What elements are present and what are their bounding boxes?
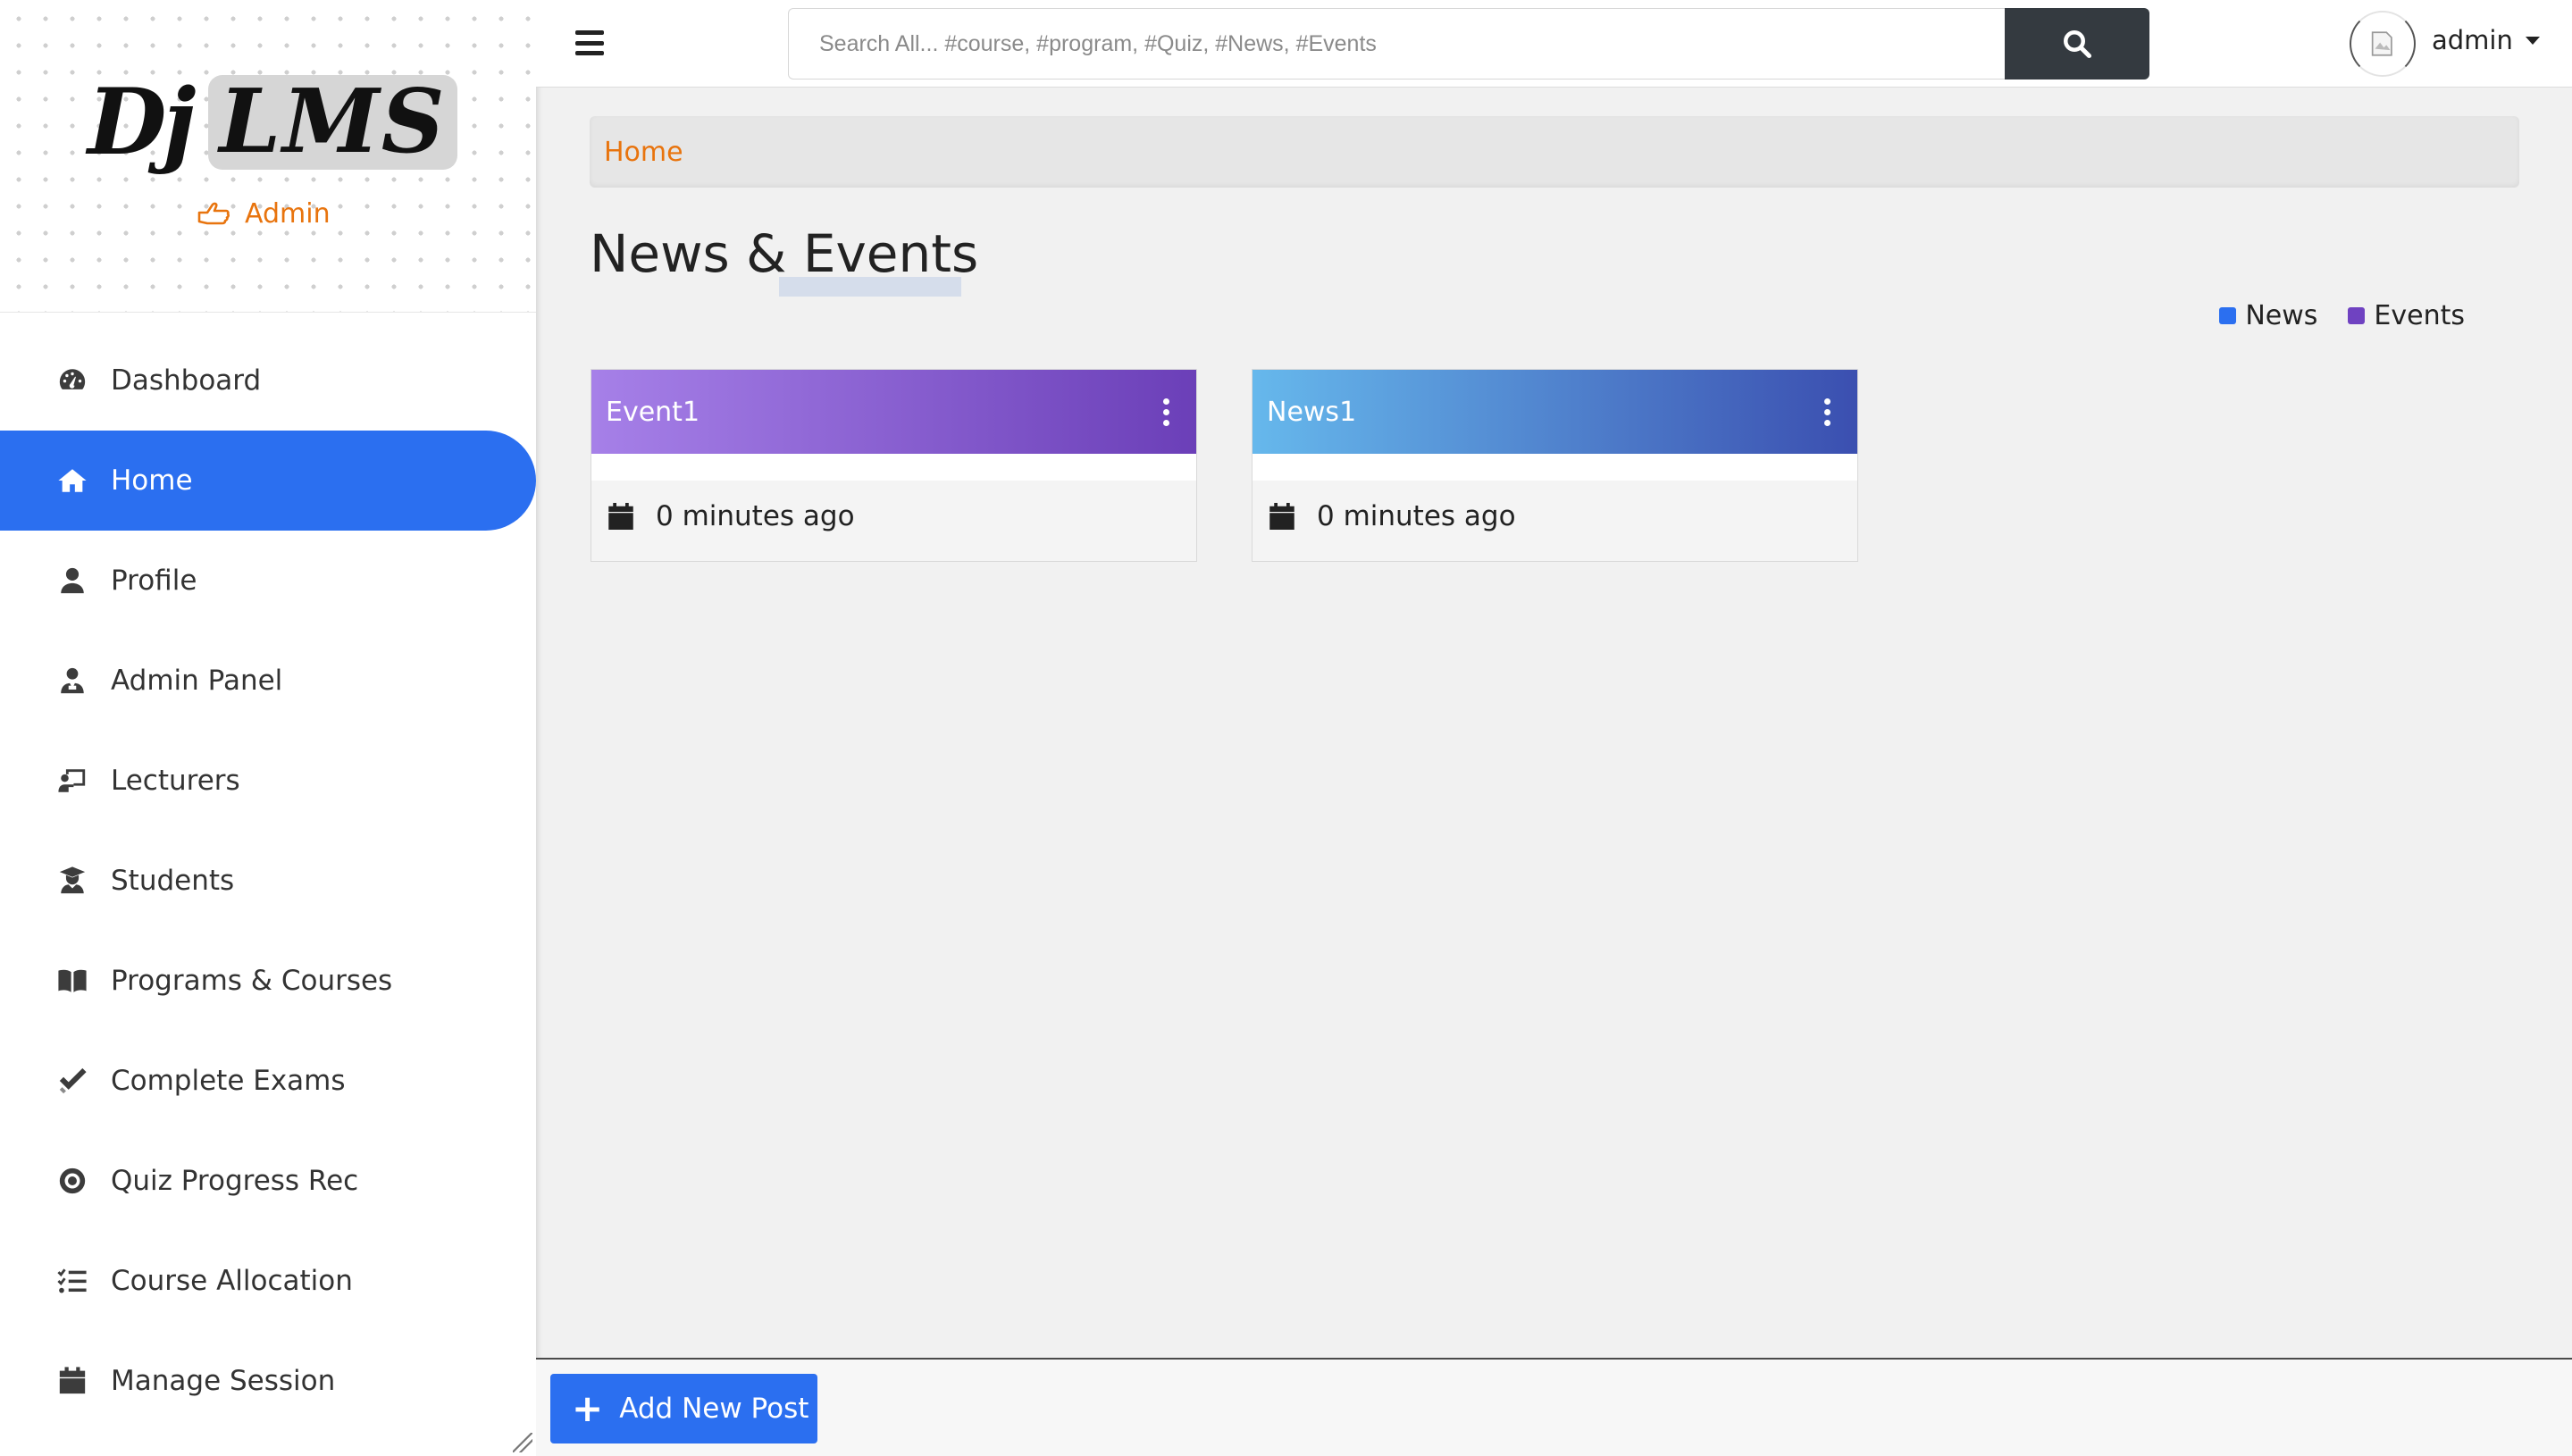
legend-label: Events <box>2374 300 2465 331</box>
sidebar-item-label: Manage Session <box>111 1365 336 1397</box>
card-title[interactable]: News1 <box>1267 397 1356 428</box>
sidebar-item-manage-session[interactable]: Manage Session <box>0 1331 536 1431</box>
sidebar-item-label: Programs & Courses <box>111 965 393 997</box>
breadcrumb: Home <box>590 116 2519 188</box>
sidebar-item-label: Home <box>111 464 193 497</box>
sidebar-item-label: Complete Exams <box>111 1065 346 1097</box>
sidebar-item-complete-exams[interactable]: Complete Exams <box>0 1031 536 1131</box>
sidebar-item-programs-courses[interactable]: Programs & Courses <box>0 931 536 1031</box>
menu-toggle-icon[interactable] <box>575 30 604 55</box>
sidebar-item-label: Admin Panel <box>111 665 283 697</box>
bottom-action-bar <box>536 1358 2572 1456</box>
caret-down-icon <box>2525 36 2540 45</box>
more-options-icon[interactable] <box>1152 393 1180 431</box>
card-header: News1 <box>1252 370 1857 454</box>
sidebar-item-label: Course Allocation <box>111 1265 353 1297</box>
book-open-icon <box>55 966 89 996</box>
card-body <box>591 454 1196 481</box>
sidebar-item-course-allocation[interactable]: Course Allocation <box>0 1231 536 1331</box>
topbar: admin <box>536 0 2572 88</box>
plus-icon: + <box>572 1386 604 1430</box>
add-post-label: Add New Post <box>619 1393 809 1425</box>
avatar[interactable] <box>2350 11 2416 77</box>
more-options-icon[interactable] <box>1814 393 1841 431</box>
card-body <box>1252 454 1857 481</box>
tasks-icon <box>55 1266 89 1296</box>
legend-swatch-events <box>2348 307 2366 324</box>
sidebar-item-label: Profile <box>111 565 197 597</box>
legend-swatch-news <box>2219 307 2237 324</box>
role-label: Admin <box>245 198 331 230</box>
sidebar-item-admin-panel[interactable]: Admin Panel <box>0 631 536 731</box>
check-double-icon <box>55 1066 89 1096</box>
calendar-icon <box>1269 503 1294 530</box>
page-title: News & Events <box>590 223 979 284</box>
user-menu[interactable]: admin <box>2432 25 2540 55</box>
broken-image-icon <box>2371 31 2392 56</box>
post-card-news[interactable]: News1 0 minutes ago <box>1252 369 1858 562</box>
sidebar: Dj LMS Admin Dashboard Home Profile Admi… <box>0 0 536 1456</box>
sidebar-nav: Dashboard Home Profile Admin Panel Lectu… <box>0 331 536 1431</box>
add-new-post-button[interactable]: + Add New Post <box>550 1374 817 1443</box>
card-time: 0 minutes ago <box>1317 500 1516 532</box>
card-footer: 0 minutes ago <box>591 481 1196 532</box>
card-title[interactable]: Event1 <box>606 397 700 428</box>
user-role: Admin <box>197 198 331 230</box>
record-icon <box>55 1166 89 1196</box>
logo[interactable]: Dj LMS <box>88 64 457 180</box>
sidebar-item-label: Dashboard <box>111 364 262 397</box>
legend-label: News <box>2245 300 2318 331</box>
legend-item-news: News <box>2219 300 2317 331</box>
calendar-icon <box>55 1366 89 1396</box>
post-card-event[interactable]: Event1 0 minutes ago <box>591 369 1197 562</box>
sidebar-item-profile[interactable]: Profile <box>0 531 536 631</box>
sidebar-item-home[interactable]: Home <box>0 431 536 531</box>
username: admin <box>2432 25 2513 55</box>
search-button[interactable] <box>2005 8 2149 79</box>
legend-item-events: Events <box>2348 300 2465 331</box>
sidebar-item-label: Students <box>111 865 235 897</box>
sidebar-item-label: Quiz Progress Rec <box>111 1165 359 1197</box>
search-icon <box>2064 30 2092 59</box>
sidebar-item-quiz-progress[interactable]: Quiz Progress Rec <box>0 1131 536 1231</box>
breadcrumb-home-link[interactable]: Home <box>604 137 683 168</box>
brand-area: Dj LMS Admin <box>0 0 536 313</box>
card-header: Event1 <box>591 370 1196 454</box>
logo-lms-text: LMS <box>208 75 457 170</box>
home-icon <box>55 465 89 496</box>
calendar-icon <box>608 503 633 530</box>
dashboard-icon <box>55 365 89 396</box>
hand-point-right-icon <box>197 202 230 224</box>
user-tie-icon <box>55 665 89 696</box>
card-footer: 0 minutes ago <box>1252 481 1857 532</box>
sidebar-item-label: Lecturers <box>111 765 240 797</box>
user-icon <box>55 565 89 596</box>
legend: News Events <box>2219 300 2465 331</box>
user-graduate-icon <box>55 866 89 896</box>
card-time: 0 minutes ago <box>656 500 855 532</box>
sidebar-item-students[interactable]: Students <box>0 831 536 931</box>
resize-grip[interactable] <box>513 1433 532 1452</box>
logo-dj-text: Dj <box>88 69 196 176</box>
search-input[interactable] <box>788 8 2005 79</box>
chalkboard-teacher-icon <box>55 766 89 796</box>
sidebar-item-dashboard[interactable]: Dashboard <box>0 331 536 431</box>
sidebar-item-lecturers[interactable]: Lecturers <box>0 731 536 831</box>
